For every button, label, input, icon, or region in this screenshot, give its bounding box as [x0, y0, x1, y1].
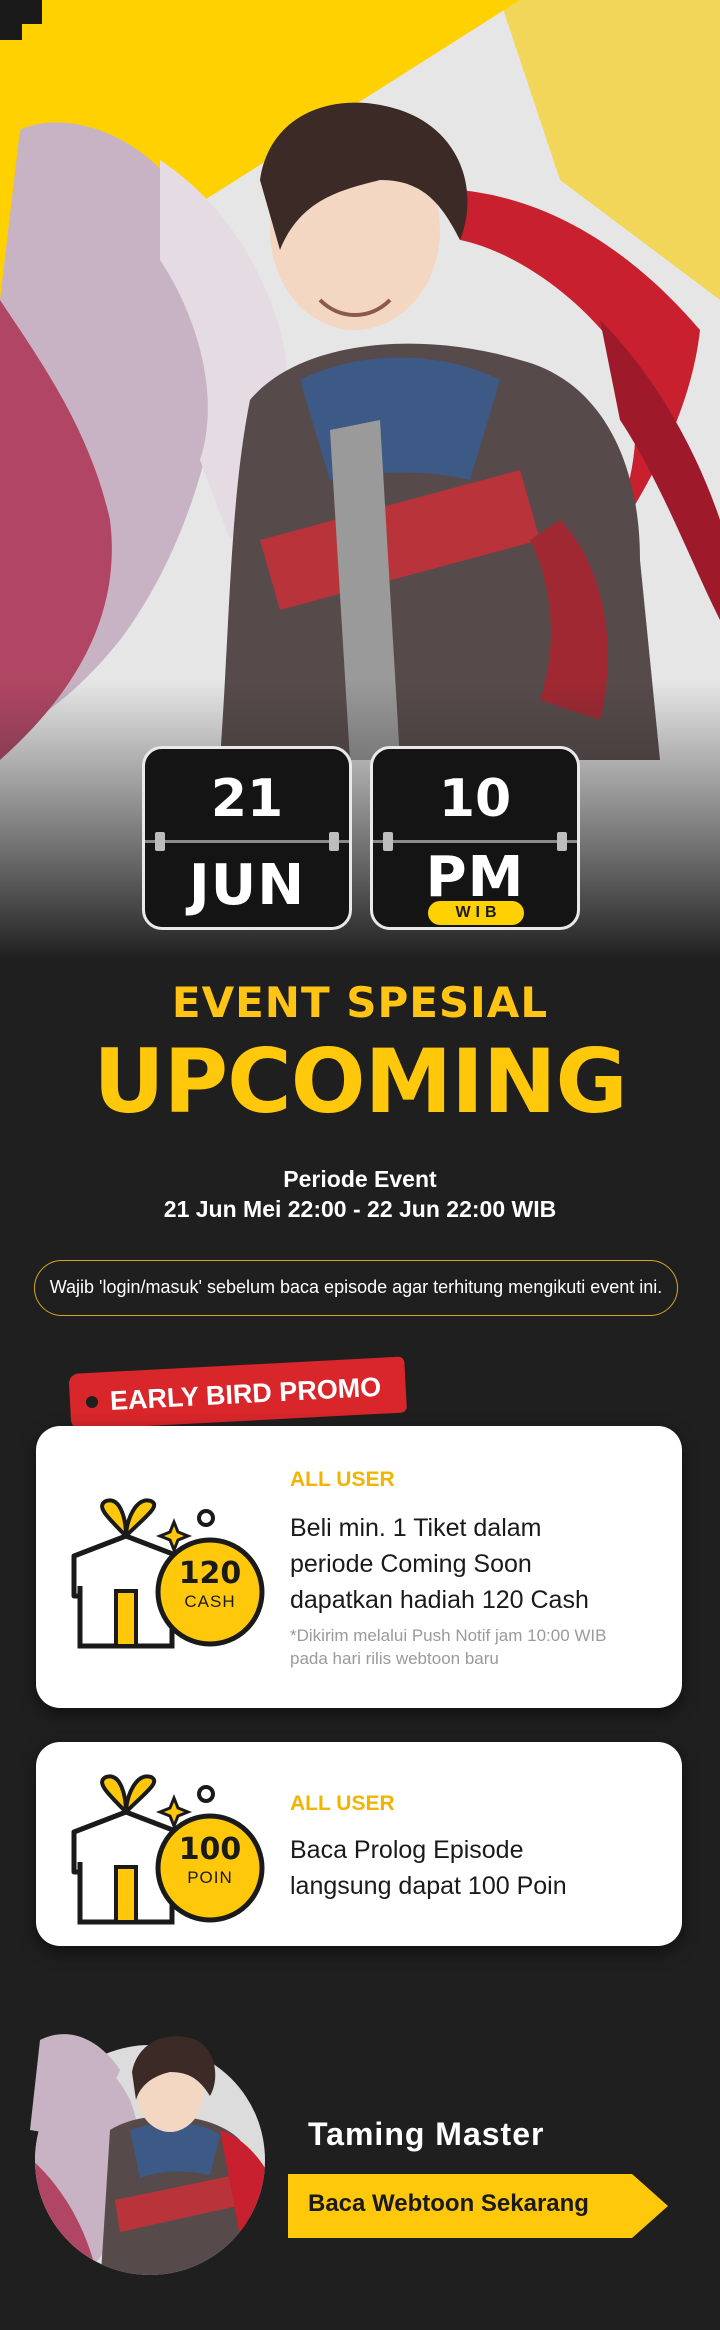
periode-label: Periode Event [283, 1166, 437, 1192]
event-subtitle: EVENT SPESIAL [171, 978, 549, 1027]
card-note-line: pada hari rilis webtoon baru [290, 1649, 499, 1668]
event-day: 21 [210, 769, 284, 829]
date-card: 21 JUN [142, 746, 352, 930]
card-desc-line: langsung dapat 100 Poin [290, 1872, 567, 1900]
card-desc-line: periode Coming Soon [290, 1550, 532, 1578]
logo-icon [0, 0, 42, 40]
event-title: UPCOMING [93, 1030, 628, 1133]
hero-banner [0, 0, 720, 960]
tag-hole [86, 1396, 98, 1408]
series-thumbnail[interactable] [20, 2000, 290, 2290]
read-webtoon-button[interactable]: Baca Webtoon Sekarang [288, 2174, 668, 2238]
login-notice: Wajib 'login/masuk' sebelum baca episode… [34, 1260, 678, 1316]
periode-value: 21 Jun Mei 22:00 - 22 Jun 22:00 WIB [163, 1196, 557, 1222]
promo-card-poin: 100 POIN ALL USER Baca Prolog Episode la… [36, 1742, 682, 1946]
card-desc-line: Baca Prolog Episode [290, 1836, 524, 1864]
event-hour: 10 [438, 769, 512, 829]
card-desc-line: dapatkan hadiah 120 Cash [290, 1586, 589, 1614]
promo-card-cash: 120 CASH ALL USER Beli min. 1 Tiket dala… [36, 1426, 682, 1708]
cash-unit: CASH [184, 1592, 236, 1611]
poin-amount: 100 [178, 1832, 242, 1867]
event-month: JUN [188, 853, 306, 918]
card-user-label: ALL USER [290, 1468, 395, 1491]
card-user-label: ALL USER [290, 1792, 395, 1815]
card-note-line: *Dikirim melalui Push Notif jam 10:00 WI… [290, 1626, 607, 1645]
read-webtoon-label: Baca Webtoon Sekarang [308, 2190, 589, 2217]
time-card: 10 PM WIB [370, 746, 580, 930]
hero-illustration [0, 0, 720, 960]
poin-unit: POIN [187, 1868, 233, 1887]
flip-hinge [145, 832, 349, 851]
series-title: Taming Master [308, 2116, 545, 2152]
flip-hinge [373, 832, 577, 851]
cash-amount: 120 [178, 1556, 242, 1591]
timezone-badge: WIB [428, 901, 524, 925]
early-bird-tag: EARLY BIRD PROMO [68, 1356, 408, 1430]
card-desc-line: Beli min. 1 Tiket dalam [290, 1514, 542, 1542]
